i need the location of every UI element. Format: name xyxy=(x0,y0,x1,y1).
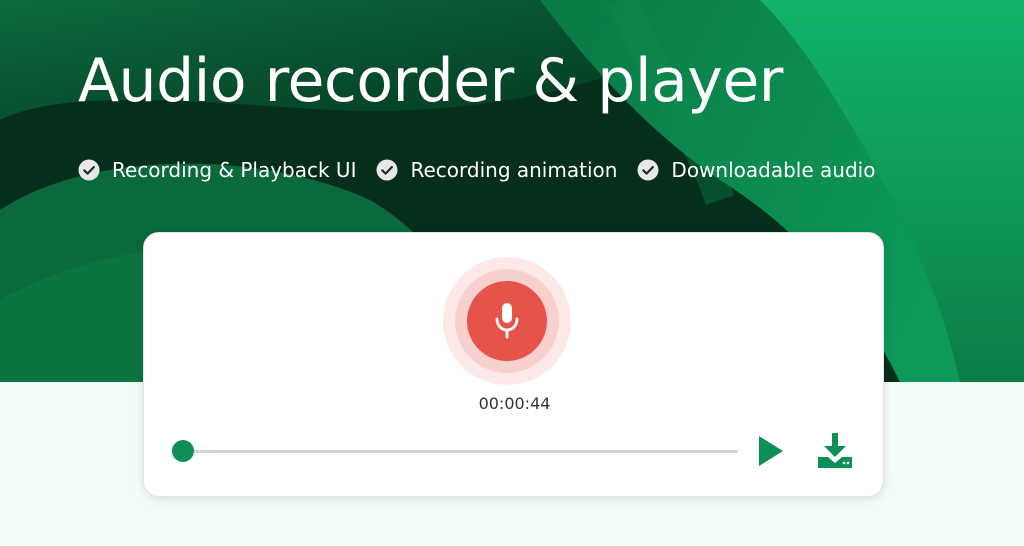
audio-player-card: 00:00:44 xyxy=(143,232,884,497)
download-button[interactable] xyxy=(816,432,854,470)
feature-list: Recording & Playback UI Recording animat… xyxy=(78,156,875,184)
check-circle-icon xyxy=(637,159,659,181)
play-icon xyxy=(759,436,783,466)
feature-item: Recording & Playback UI xyxy=(78,158,356,182)
feature-label: Downloadable audio xyxy=(671,158,876,182)
feature-item: Downloadable audio xyxy=(637,158,875,182)
feature-label: Recording & Playback UI xyxy=(112,158,357,182)
record-pulse-ring xyxy=(455,269,559,373)
feature-label: Recording animation xyxy=(410,158,618,182)
record-pulse-outer xyxy=(443,257,571,385)
check-circle-icon xyxy=(78,159,100,181)
recording-timer: 00:00:44 xyxy=(478,394,551,413)
record-button[interactable] xyxy=(467,281,547,361)
feature-item: Recording animation xyxy=(376,158,617,182)
page-title: Audio recorder & player xyxy=(78,46,783,116)
progress-thumb[interactable] xyxy=(172,440,194,462)
microphone-icon xyxy=(495,303,519,339)
check-circle-icon xyxy=(376,159,398,181)
progress-track[interactable] xyxy=(184,450,738,453)
download-icon xyxy=(818,433,852,468)
play-button[interactable] xyxy=(756,434,786,468)
